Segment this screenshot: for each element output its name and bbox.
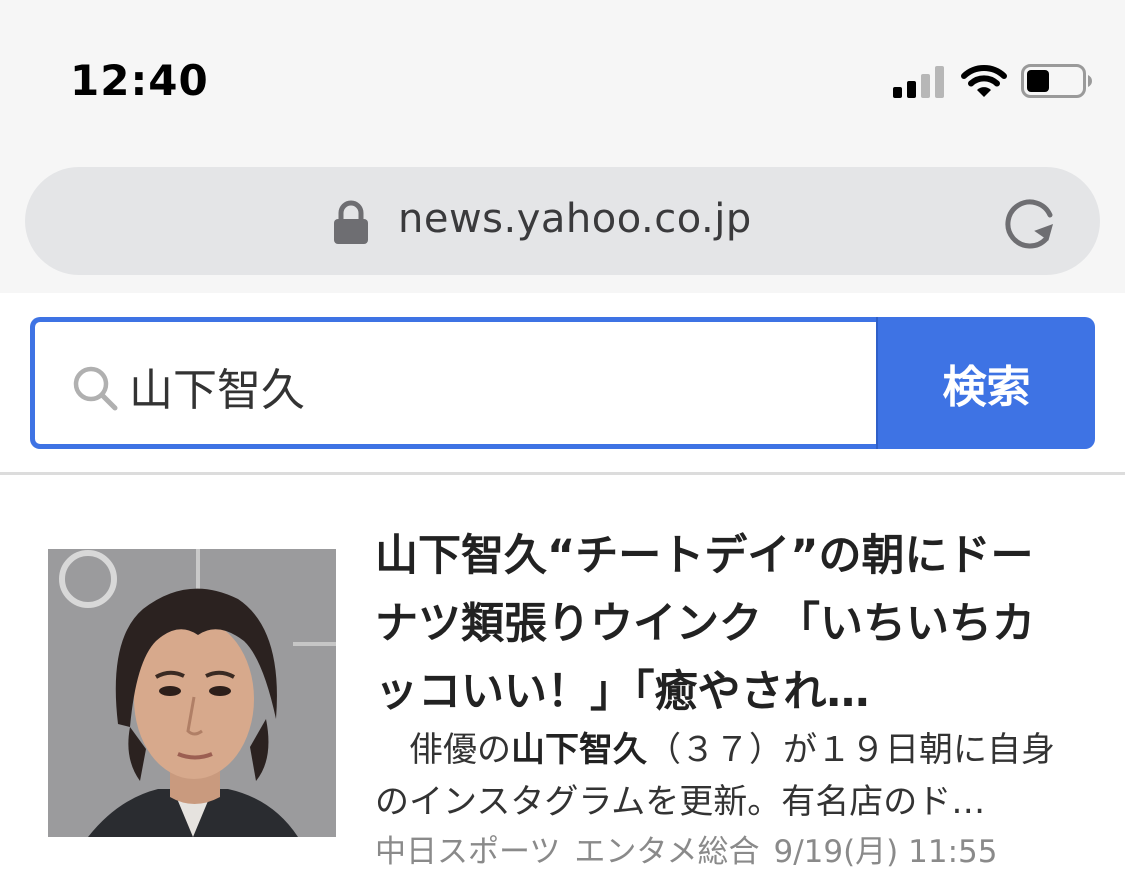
url-text[interactable]: news.yahoo.co.jp <box>398 196 752 242</box>
article-meta: 中日スポーツ エンタメ総合 9/19(月) 11:55 <box>375 826 1095 871</box>
cellular-signal-icon <box>893 66 945 98</box>
article-snippet: 俳優の山下智久（３７）が１９日朝に自身のインスタグラムを更新。有名店のド… <box>375 724 1065 828</box>
battery-icon <box>1021 64 1092 98</box>
snippet-prefix: 俳優の <box>375 730 511 770</box>
reload-icon[interactable] <box>998 193 1062 253</box>
news-article[interactable]: 山下智久“チートデイ”の朝にドーナツ類張りウインク 「いちいちカッコいい！」「癒… <box>0 476 1125 881</box>
search-box[interactable] <box>30 317 878 449</box>
article-category: エンタメ総合 <box>574 834 760 870</box>
browser-chrome: 12:40 news.yahoo.co.jp <box>0 0 1125 293</box>
wifi-icon <box>961 65 1007 97</box>
article-date: 9/19(月) 11:55 <box>773 834 998 870</box>
search-bar: 検索 <box>30 317 1095 449</box>
article-source: 中日スポーツ <box>375 834 561 870</box>
divider <box>0 472 1125 475</box>
lock-icon <box>334 200 368 244</box>
search-button[interactable]: 検索 <box>876 317 1095 449</box>
search-icon <box>73 366 118 411</box>
article-thumbnail <box>48 549 336 837</box>
status-time: 12:40 <box>70 56 209 105</box>
article-headline[interactable]: 山下智久“チートデイ”の朝にドーナツ類張りウインク 「いちいちカッコいい！」「癒… <box>375 522 1075 726</box>
snippet-highlight: 山下智久 <box>511 730 647 770</box>
search-input[interactable] <box>129 346 859 426</box>
